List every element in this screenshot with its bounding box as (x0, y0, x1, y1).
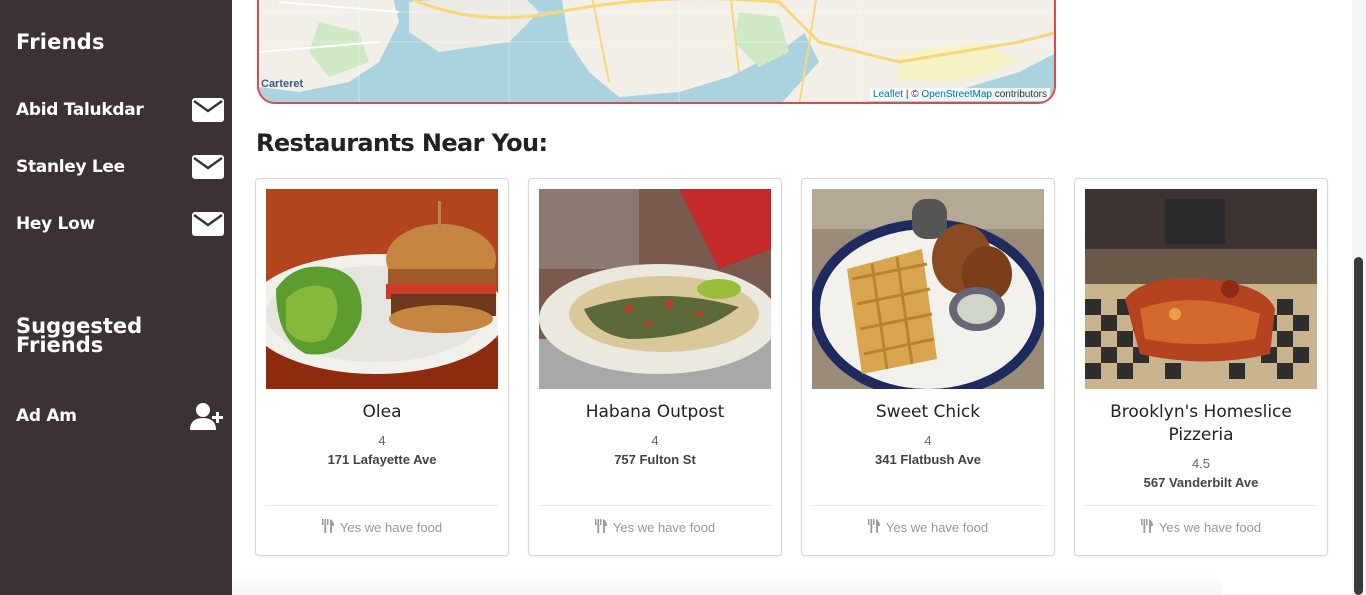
leaflet-link[interactable]: Leaflet (873, 89, 903, 100)
friend-item-stanley-lee[interactable]: Stanley Lee (16, 152, 224, 182)
restaurant-rating: 4 (651, 433, 659, 448)
utensils-icon (1140, 519, 1153, 536)
suggested-name: Ad Am (16, 406, 77, 426)
restaurant-card-habana-outpost[interactable]: Habana Outpost 4 757 Fulton St Yes we ha… (528, 178, 782, 556)
card-footer: Yes we have food (812, 519, 1044, 536)
sidebar: Friends Abid Talukdar Stanley Lee Hey Lo… (0, 0, 232, 595)
card-footer: Yes we have food (539, 519, 771, 536)
restaurant-name: Sweet Chick (875, 402, 981, 422)
card-footer: Yes we have food (266, 519, 498, 536)
restaurant-rating: 4 (924, 433, 932, 448)
restaurant-card-brooklyns-homeslice-pizzeria[interactable]: Brooklyn's Homeslice Pizzeria 4.5 567 Va… (1074, 178, 1328, 556)
friend-name: Abid Talukdar (16, 100, 144, 120)
scrollbar-thumb[interactable] (1354, 257, 1363, 595)
restaurant-card-olea[interactable]: Olea 4 171 Lafayette Ave Yes we have foo… (255, 178, 509, 556)
restaurant-name: Brooklyn's Homeslice Pizzeria (1110, 402, 1292, 445)
restaurant-rating: 4.5 (1191, 456, 1211, 471)
friend-item-abid-talukdar[interactable]: Abid Talukdar (16, 95, 224, 125)
suggested-friends-heading: Suggested Friends (16, 314, 143, 357)
envelope-icon[interactable] (190, 210, 224, 238)
restaurant-photo (812, 189, 1044, 389)
envelope-icon[interactable] (190, 96, 224, 124)
card-footer: Yes we have food (1085, 519, 1317, 536)
card-divider (812, 505, 1044, 506)
restaurant-address: 341 Flatbush Ave (875, 452, 981, 467)
openstreetmap-link[interactable]: OpenStreetMap (921, 89, 992, 100)
main-content: Carteret Leaflet | © OpenStreetMap contr… (232, 0, 1352, 595)
bottom-shadow (232, 573, 1222, 595)
friends-heading: Friends (16, 30, 105, 54)
restaurant-address: 567 Vanderbilt Ave (1143, 475, 1259, 490)
friend-name: Hey Low (16, 214, 95, 234)
card-divider (266, 505, 498, 506)
attribution-separator: | © (903, 89, 922, 100)
envelope-icon[interactable] (190, 153, 224, 181)
restaurant-photo (266, 189, 498, 389)
restaurant-address: 171 Lafayette Ave (327, 452, 437, 467)
restaurant-name: Habana Outpost (585, 402, 725, 422)
utensils-icon (321, 519, 334, 536)
restaurant-address: 757 Fulton St (614, 452, 696, 467)
restaurant-photo (1085, 189, 1317, 389)
friend-item-hey-low[interactable]: Hey Low (16, 209, 224, 239)
restaurant-rating: 4 (378, 433, 386, 448)
card-divider (1085, 505, 1317, 506)
footer-text: Yes we have food (339, 520, 443, 535)
restaurant-photo (539, 189, 771, 389)
utensils-icon (594, 519, 607, 536)
restaurant-card-sweet-chick[interactable]: Sweet Chick 4 341 Flatbush Ave Yes we ha… (801, 178, 1055, 556)
map-attribution: Leaflet | © OpenStreetMap contributors (870, 88, 1050, 101)
utensils-icon (867, 519, 880, 536)
map-place-label: Carteret (261, 78, 304, 90)
footer-text: Yes we have food (885, 520, 989, 535)
map-view[interactable]: Carteret Leaflet | © OpenStreetMap contr… (257, 0, 1056, 104)
friend-name: Stanley Lee (16, 157, 125, 177)
add-user-icon[interactable] (190, 402, 224, 430)
restaurant-name: Olea (362, 402, 402, 422)
attribution-tail: contributors (991, 89, 1047, 100)
footer-text: Yes we have food (1158, 520, 1262, 535)
restaurants-heading: Restaurants Near You: (256, 129, 548, 157)
suggested-item-ad-am[interactable]: Ad Am (16, 401, 224, 431)
card-divider (539, 505, 771, 506)
footer-text: Yes we have food (612, 520, 716, 535)
